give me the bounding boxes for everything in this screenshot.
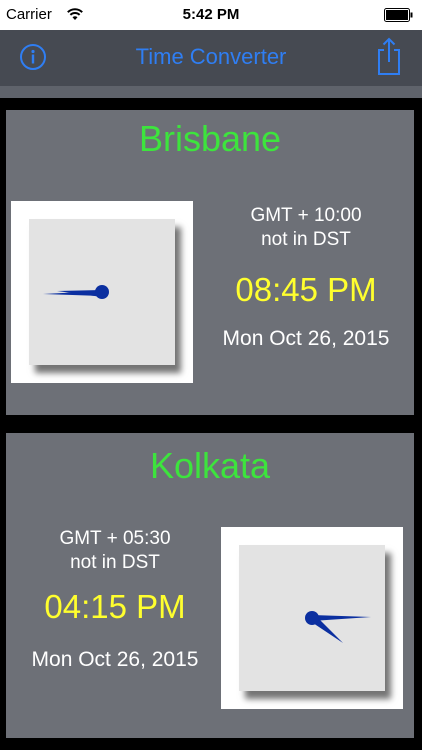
date-display: Mon Oct 26, 2015 (31, 648, 199, 671)
time-info: GMT + 05:30 not in DST 04:15 PM Mon Oct … (6, 527, 224, 673)
clock-hands (305, 611, 371, 643)
clock-center (305, 611, 319, 625)
analog-clock (239, 545, 385, 691)
status-time: 5:42 PM (182, 6, 240, 23)
time-display: 04:15 PM (44, 588, 186, 625)
city-name: Brisbane (138, 118, 282, 159)
city-card-kolkata[interactable]: Kolkata GMT + 05:30 not in DST 04:15 PM … (6, 433, 414, 738)
city-name: Kolkata (149, 445, 271, 486)
battery-icon (384, 8, 413, 22)
clock-frame (221, 527, 403, 709)
clock-center (95, 285, 109, 299)
clock-frame (11, 201, 193, 383)
share-icon[interactable] (374, 36, 404, 76)
navigation-bar: Time Converter (0, 30, 422, 86)
gmt-offset: GMT + 05:30 (59, 528, 171, 549)
time-info: GMT + 10:00 not in DST 08:45 PM Mon Oct … (202, 204, 410, 352)
time-display: 08:45 PM (235, 271, 377, 308)
toolbar-strip (0, 86, 422, 98)
clock-hands (43, 285, 109, 299)
date-display: Mon Oct 26, 2015 (222, 327, 390, 350)
gmt-offset: GMT + 10:00 (250, 205, 362, 226)
city-card-brisbane[interactable]: Brisbane GMT + 10:00 not in DST 08:45 PM… (6, 110, 414, 415)
page-title: Time Converter (135, 44, 287, 69)
dst-status: not in DST (70, 552, 160, 573)
analog-clock (29, 219, 175, 365)
status-bar: Carrier 5:42 PM (0, 0, 422, 30)
app-screen: Carrier 5:42 PM Time Converter Brisbane (0, 0, 422, 750)
dst-status: not in DST (261, 229, 351, 250)
minute-hand (312, 615, 371, 621)
